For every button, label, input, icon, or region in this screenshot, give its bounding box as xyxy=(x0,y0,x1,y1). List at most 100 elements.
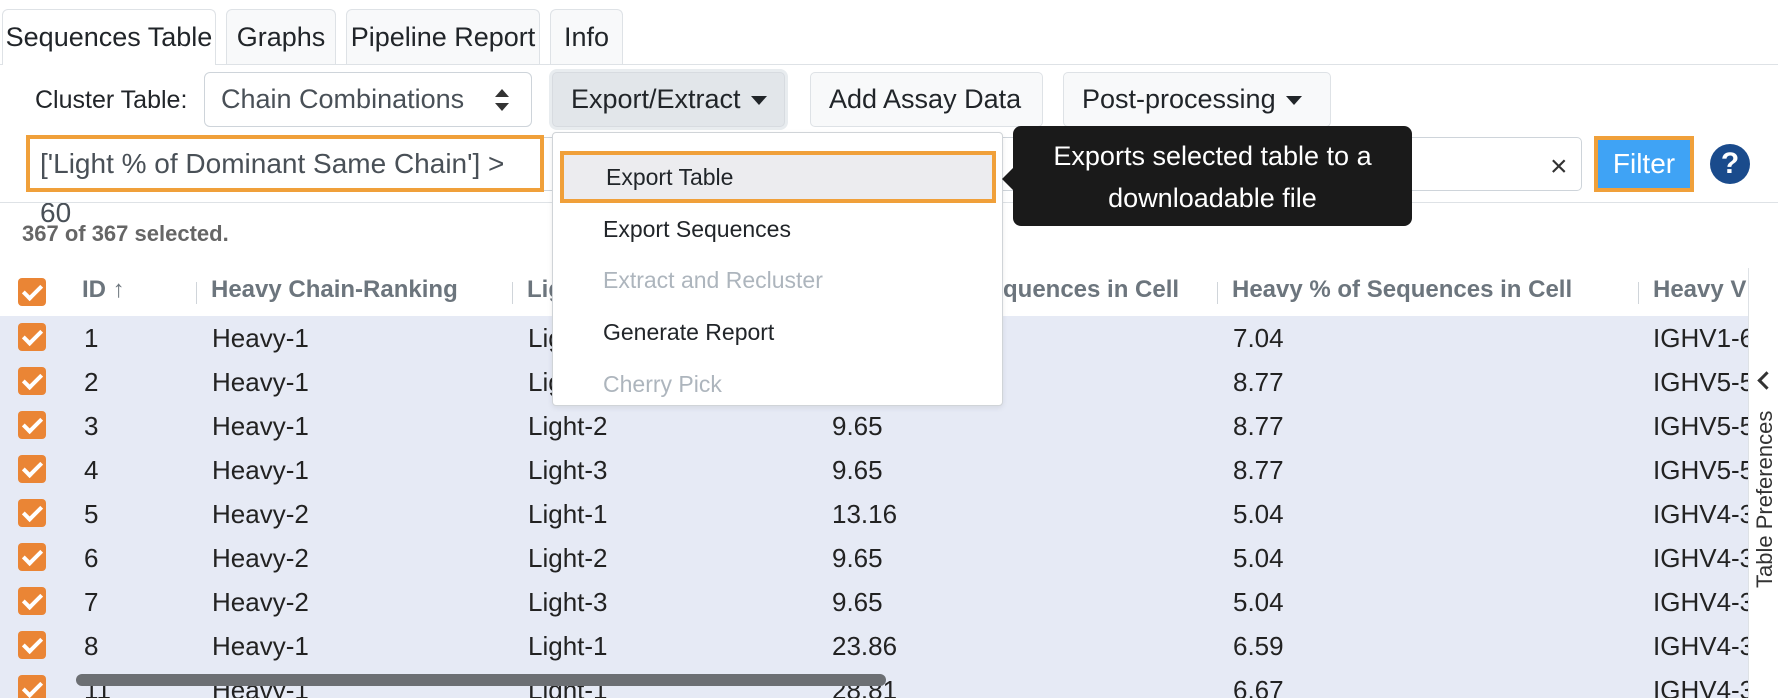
cell-heavy-v: IGHV5-5 xyxy=(1653,367,1748,397)
cell-heavy-v: IGHV4-3 xyxy=(1653,631,1748,661)
caret-down-icon xyxy=(750,96,767,106)
post-processing-button[interactable]: Post-processing xyxy=(1063,72,1331,127)
select-all-checkbox[interactable] xyxy=(18,278,46,306)
cell-heavy-v: IGHV5-5 xyxy=(1653,455,1748,485)
tab-info[interactable]: Info xyxy=(550,9,623,64)
cell-light: Light-2 xyxy=(528,543,608,573)
tooltip-line-1: Exports selected table to a xyxy=(1053,141,1372,171)
cell-heavy-pct: 6.59 xyxy=(1233,631,1284,661)
filter-button[interactable]: Filter xyxy=(1594,136,1694,192)
cell-light: Light-3 xyxy=(528,455,608,485)
cell-light: Light-1 xyxy=(528,499,608,529)
table-preferences-label[interactable]: Table Preferences xyxy=(1752,411,1778,588)
cell-heavy-v: IGHV5-5 xyxy=(1653,411,1748,441)
cell-light: Light-1 xyxy=(528,631,608,661)
sort-ascending-icon: ↑ xyxy=(112,276,125,303)
export-extract-menu: Export Table Export Sequences Extract an… xyxy=(552,132,1003,406)
cell-light: Light-3 xyxy=(528,587,608,617)
cell-heavy-v: IGHV4-3 xyxy=(1653,587,1748,617)
cell-heavy-pct: 8.77 xyxy=(1233,411,1284,441)
cell-heavy-pct: 5.04 xyxy=(1233,499,1284,529)
cluster-table-select[interactable]: Chain Combinations xyxy=(204,72,532,127)
cell-id: 4 xyxy=(84,455,99,485)
cell-id: 7 xyxy=(84,587,99,617)
tooltip-arrow xyxy=(1002,168,1013,190)
add-assay-data-button[interactable]: Add Assay Data xyxy=(810,72,1043,127)
row-checkbox[interactable] xyxy=(18,367,46,395)
cell-id: 2 xyxy=(84,367,99,397)
table-row[interactable]: 7 Heavy-2 Light-3 9.65 5.04 IGHV4-3 xyxy=(0,580,1748,624)
selection-count: 367 of 367 selected. xyxy=(22,221,229,246)
cell-heavy-pct: 8.77 xyxy=(1233,367,1284,397)
clear-filter-icon[interactable]: × xyxy=(1550,150,1568,184)
cell-heavy-pct: 8.77 xyxy=(1233,455,1284,485)
table-row[interactable]: 4 Heavy-1 Light-3 9.65 8.77 IGHV5-5 xyxy=(0,448,1748,492)
cell-id: 6 xyxy=(84,543,99,573)
tab-bar: Sequences Table Graphs Pipeline Report I… xyxy=(0,0,1778,65)
column-header-heavy-chain-ranking[interactable]: Heavy Chain-Ranking xyxy=(211,276,458,304)
menu-item-generate-report[interactable]: Generate Report xyxy=(553,306,1002,358)
cell-heavy-pct: 5.04 xyxy=(1233,587,1284,617)
cell-light: Light-2 xyxy=(528,411,608,441)
table-row[interactable]: 6 Heavy-2 Light-2 9.65 5.04 IGHV4-3 xyxy=(0,536,1748,580)
row-checkbox[interactable] xyxy=(18,323,46,351)
cell-id: 1 xyxy=(84,323,99,353)
row-checkbox[interactable] xyxy=(18,587,46,615)
cell-heavy: Heavy-2 xyxy=(212,499,309,529)
column-header-heavy-pct-sequences[interactable]: Heavy % of Sequences in Cell xyxy=(1232,276,1572,304)
export-extract-label: Export/Extract xyxy=(571,84,741,114)
column-header-id[interactable]: ID ↑ xyxy=(82,276,125,304)
cell-heavy-v: IGHV4-3 xyxy=(1653,675,1748,698)
cell-heavy: Heavy-1 xyxy=(212,455,309,485)
cell-light-pct: 13.16 xyxy=(832,499,898,529)
cell-heavy: Heavy-1 xyxy=(212,411,309,441)
menu-item-export-table[interactable]: Export Table xyxy=(560,151,996,203)
row-checkbox[interactable] xyxy=(18,455,46,483)
help-icon[interactable]: ? xyxy=(1710,144,1750,184)
row-checkbox[interactable] xyxy=(18,675,46,698)
tooltip-line-2: downloadable file xyxy=(1108,183,1317,213)
cell-heavy-pct: 7.04 xyxy=(1233,323,1284,353)
tab-graphs[interactable]: Graphs xyxy=(226,9,336,64)
row-checkbox[interactable] xyxy=(18,499,46,527)
cell-heavy: Heavy-2 xyxy=(212,543,309,573)
cell-id: 5 xyxy=(84,499,99,529)
row-checkbox[interactable] xyxy=(18,631,46,659)
tab-sequences-table[interactable]: Sequences Table xyxy=(2,9,216,65)
cell-id: 3 xyxy=(84,411,99,441)
table-row[interactable]: 8 Heavy-1 Light-1 23.86 6.59 IGHV4-3 xyxy=(0,624,1748,668)
row-checkbox[interactable] xyxy=(18,411,46,439)
menu-item-export-sequences[interactable]: Export Sequences xyxy=(553,203,1002,255)
cell-light-pct: 9.65 xyxy=(832,455,883,485)
cell-heavy: Heavy-1 xyxy=(212,323,309,353)
table-row[interactable]: 3 Heavy-1 Light-2 9.65 8.77 IGHV5-5 xyxy=(0,404,1748,448)
caret-down-icon xyxy=(1285,96,1302,106)
cell-heavy-v: IGHV1-6 xyxy=(1653,323,1748,353)
filter-query-text[interactable]: ['Light % of Dominant Same Chain'] > 60 xyxy=(26,135,544,228)
cell-heavy-v: IGHV4-3 xyxy=(1653,543,1748,573)
cell-heavy: Heavy-1 xyxy=(212,631,309,661)
post-processing-label: Post-processing xyxy=(1082,84,1276,114)
column-header-heavy-v[interactable]: Heavy V xyxy=(1653,276,1746,304)
export-table-tooltip: Exports selected table to a downloadable… xyxy=(1013,126,1412,226)
column-header-light-pct-sequences[interactable]: quences in Cell xyxy=(1003,276,1179,304)
cell-light-pct: 23.86 xyxy=(832,631,898,661)
row-checkbox[interactable] xyxy=(18,543,46,571)
table-row[interactable]: 5 Heavy-2 Light-1 13.16 5.04 IGHV4-3 xyxy=(0,492,1748,536)
cell-id: 8 xyxy=(84,631,99,661)
cell-heavy-v: IGHV4-3 xyxy=(1653,499,1748,529)
sort-updown-icon xyxy=(495,89,509,111)
cell-light-pct: 9.65 xyxy=(832,587,883,617)
horizontal-scrollbar[interactable] xyxy=(76,674,886,686)
cluster-table-value: Chain Combinations xyxy=(221,84,465,114)
menu-item-extract-and-recluster: Extract and Recluster xyxy=(603,267,823,293)
cell-heavy-pct: 5.04 xyxy=(1233,543,1284,573)
tab-pipeline-report[interactable]: Pipeline Report xyxy=(346,9,540,64)
export-extract-button[interactable]: Export/Extract xyxy=(552,72,785,127)
cell-light-pct: 9.65 xyxy=(832,543,883,573)
cell-heavy-pct: 6.67 xyxy=(1233,675,1284,698)
menu-item-cherry-pick: Cherry Pick xyxy=(603,371,722,397)
cell-light-pct: 9.65 xyxy=(832,411,883,441)
cell-heavy: Heavy-1 xyxy=(212,367,309,397)
cell-heavy: Heavy-2 xyxy=(212,587,309,617)
